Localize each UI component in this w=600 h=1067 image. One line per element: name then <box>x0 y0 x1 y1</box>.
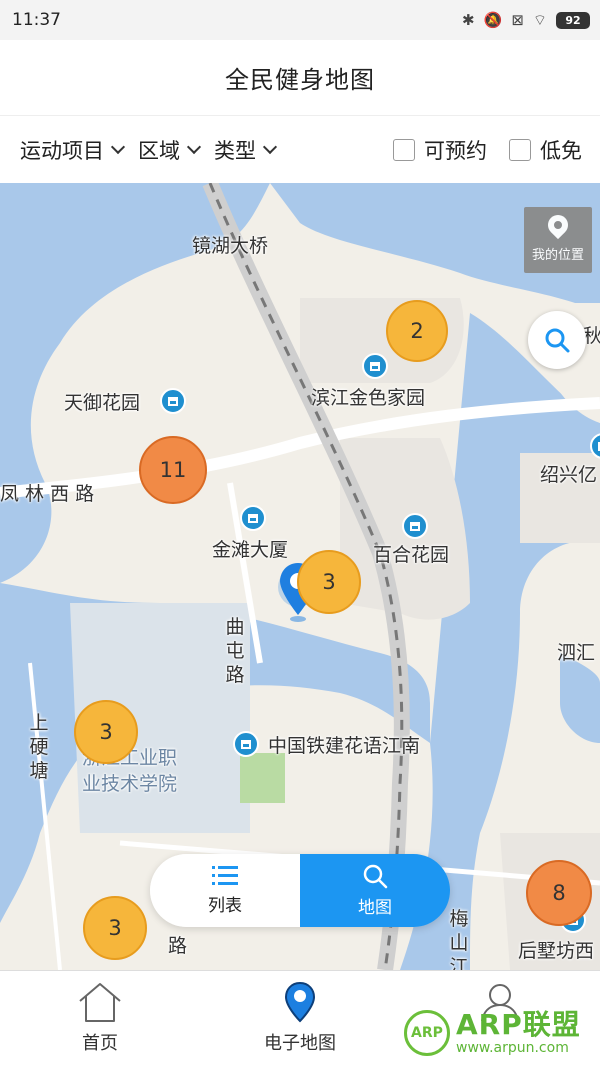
filter-type-label: 类型 <box>214 138 256 163</box>
cluster-marker[interactable]: 3 <box>297 550 361 614</box>
poi-building-icon[interactable] <box>233 731 259 757</box>
page-title: 全民健身地图 <box>225 66 375 94</box>
my-location-label: 我的位置 <box>531 248 584 263</box>
low-free-label: 低免 <box>540 138 582 163</box>
poi-building-icon[interactable] <box>160 388 186 414</box>
status-time: 11:37 <box>12 10 61 30</box>
sim-icon: ⊠ <box>511 11 524 29</box>
map-label-shaoxing: 绍兴亿 <box>540 464 598 486</box>
nav-emap-label: 电子地图 <box>264 1033 336 1054</box>
nav-item-home[interactable]: 首页 <box>0 971 200 1067</box>
map-label-sihui: 泗汇 <box>557 642 596 664</box>
map-label-bridge: 镜湖大桥 <box>192 235 269 257</box>
filter-type-dropdown[interactable]: 类型 <box>214 135 278 165</box>
map-label-shangying: 上硬塘 <box>29 712 49 782</box>
arp-badge: ARP <box>404 1010 450 1056</box>
map-label-binjiang: 滨江金色家园 <box>311 387 426 409</box>
filter-area-label: 区域 <box>138 138 180 163</box>
location-pin-icon <box>524 207 592 247</box>
wifi-icon: ⌔ <box>532 10 547 29</box>
my-location-button[interactable]: 我的位置 <box>524 207 592 273</box>
status-bar: 11:37 ✱ 🔕 ⊠ ⌔ 92 <box>0 0 600 40</box>
status-icons: ✱ 🔕 ⊠ ⌔ 92 <box>462 11 590 30</box>
map-label-qutun-road: 曲屯路 <box>225 616 245 686</box>
map-label-road-fragment: 路 <box>168 935 188 957</box>
low-free-checkbox[interactable]: 低免 <box>509 135 582 165</box>
map-label-fenglin-road: 凤 林 西 路 <box>0 483 95 505</box>
cluster-marker[interactable]: 3 <box>74 700 138 764</box>
nav-item-emap[interactable]: 电子地图 <box>200 971 400 1067</box>
list-view-button[interactable]: 列表 <box>150 854 300 927</box>
chevron-down-icon <box>262 139 278 154</box>
poi-building-icon[interactable] <box>240 505 266 531</box>
chevron-down-icon <box>186 139 202 154</box>
map-label-meishan: 梅山江 <box>449 908 469 970</box>
filter-area-dropdown[interactable]: 区域 <box>138 135 202 165</box>
poi-building-icon[interactable] <box>402 513 428 539</box>
checkbox-icon <box>509 138 531 161</box>
cluster-marker[interactable]: 3 <box>83 896 147 960</box>
watermark-brand: ARP联盟 <box>456 1008 581 1041</box>
map-search-button[interactable] <box>528 311 586 369</box>
nav-home-label: 首页 <box>82 1033 118 1054</box>
map-label-zhongtie: 中国铁建花语江南 <box>268 735 421 757</box>
map-label-baihe: 百合花园 <box>373 544 450 566</box>
reservable-label: 可预约 <box>424 138 487 163</box>
filter-sport-label: 运动项目 <box>20 138 104 163</box>
cluster-marker[interactable]: 8 <box>526 860 592 926</box>
map-view-label: 地图 <box>358 898 392 918</box>
cluster-marker[interactable]: 11 <box>139 436 207 504</box>
map-label-tianyu: 天御花园 <box>64 392 141 414</box>
bluetooth-icon: ✱ <box>462 11 475 29</box>
home-icon <box>79 983 121 1022</box>
watermark-url: www.arpun.com <box>456 1040 569 1056</box>
map-pin-icon <box>284 981 316 1023</box>
list-view-label: 列表 <box>208 896 242 916</box>
map-view-button[interactable]: 地图 <box>300 854 450 927</box>
cluster-marker[interactable]: 2 <box>386 300 448 362</box>
filter-sport-dropdown[interactable]: 运动项目 <box>20 135 126 165</box>
mute-icon: 🔕 <box>483 11 503 29</box>
poi-building-icon[interactable] <box>362 353 388 379</box>
title-bar: 全民健身地图 <box>0 40 600 116</box>
search-icon <box>545 328 570 353</box>
map-view[interactable]: 镜湖大桥 天御花园 滨江金色家园 凤 林 西 路 金滩大厦 百合花园 绍兴亿 泗… <box>0 183 600 970</box>
chevron-down-icon <box>110 139 126 154</box>
map-label-houshu: 后墅坊西 <box>518 940 595 962</box>
view-toggle: 列表 地图 <box>150 854 450 927</box>
list-icon <box>212 866 238 885</box>
app-screen: 11:37 ✱ 🔕 ⊠ ⌔ 92 全民健身地图 运动项目 区域 类型 可预约 低… <box>0 0 600 1067</box>
filter-bar: 运动项目 区域 类型 可预约 低免 <box>0 116 600 183</box>
checkbox-icon <box>393 138 415 161</box>
reservable-checkbox[interactable]: 可预约 <box>393 135 487 165</box>
watermark-logo: ARP ARP联盟 www.arpun.com <box>404 1010 581 1056</box>
battery-icon: 92 <box>556 11 590 29</box>
search-icon <box>363 864 388 889</box>
